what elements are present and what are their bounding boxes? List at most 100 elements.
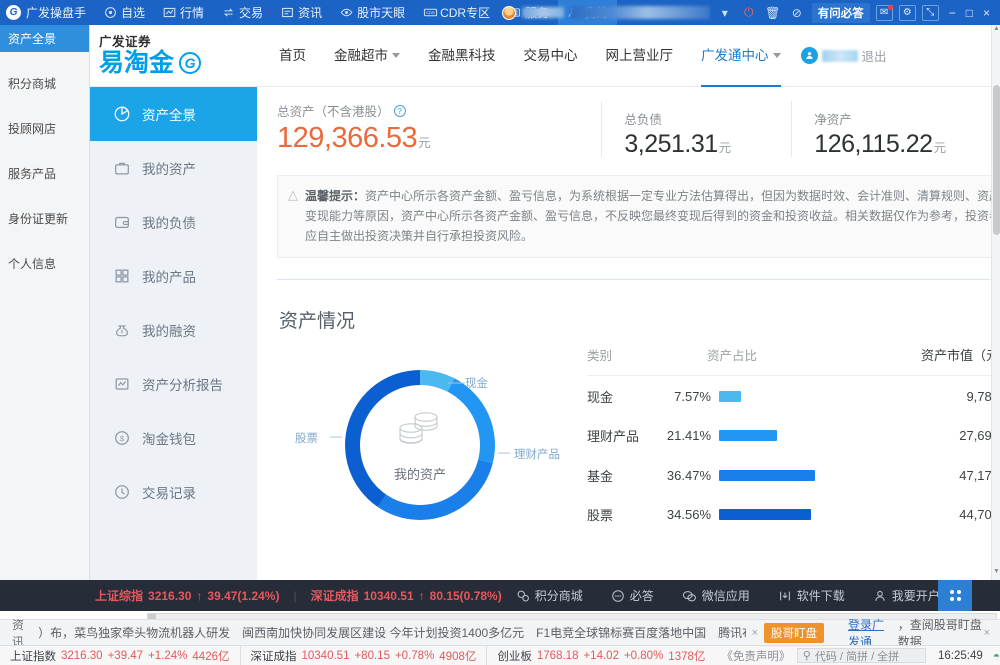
index-name: 上证指数 [10, 650, 56, 663]
more-dots-icon[interactable] [938, 580, 972, 611]
toolbar-index-sz[interactable]: 深证成指 10340.51 ↑ 80.15(0.78%) [311, 587, 502, 604]
summary-net-assets: 净资产 126,115.22元 [791, 101, 1000, 158]
nav-label: 网上营业厅 [605, 47, 674, 63]
sidebar-item-id-update[interactable]: 身份证更新 [0, 205, 89, 232]
vertical-scrollbar[interactable]: ▲ ▼ [991, 25, 1000, 580]
toolbar-index-sh[interactable]: 上证综指 3216.30 ↑ 39.47(1.24%) [95, 587, 279, 604]
sidebar-item-service-products[interactable]: 服务产品 [0, 160, 89, 187]
toolbar-link-label: 必答 [629, 589, 654, 603]
nav-home[interactable]: 首页 [265, 25, 320, 87]
nav-label: 金融黑科技 [428, 47, 496, 63]
tab-trade[interactable]: 交易 [213, 0, 272, 25]
summary-total-assets: 总资产（不含港股） ? 129,366.53元 [277, 101, 601, 153]
logout-link[interactable]: 退出 [862, 46, 887, 65]
sidebar-item-points-mall[interactable]: 积分商城 [0, 70, 89, 97]
summary-net-value: 126,115.22 [814, 130, 933, 158]
tab-quotes[interactable]: 行情 [154, 0, 213, 25]
summary-liability-label: 总负债 [624, 113, 662, 127]
avatar[interactable] [501, 5, 516, 20]
nav-financial-market[interactable]: 金融超市 [320, 25, 414, 87]
status-index-sh[interactable]: 上证指数 3216.30 +39.47 +1.24% 4426亿 [0, 646, 240, 665]
cell-market-value: 47,178 [959, 467, 999, 483]
nav-gftong-center[interactable]: 广发通中心 [687, 25, 795, 87]
disclaimer-link[interactable]: 《免责声明》 [721, 648, 790, 664]
mail-icon[interactable]: ✉ [875, 4, 893, 21]
ticker-headlines[interactable]: ）布，菜鸟独家牵头物流机器人研发 闽西南加快协同发展区建设 今年计划投资1400… [38, 624, 745, 641]
toolbar-link-label: 我要开户 [891, 589, 940, 603]
dollar-icon: $ [112, 429, 131, 448]
close-icon[interactable]: × [746, 627, 764, 639]
application-window: G 广发操盘手 自选 行情 交易 资讯 股市天眼 CDR CDR专区 ▾ ⏻ 🗑… [0, 0, 1000, 665]
collapse-icon[interactable]: ⤡ [921, 4, 939, 21]
summary-total-label: 总资产（不含港股） [277, 105, 390, 119]
status-index-cyb[interactable]: 创业板 1768.18 +14.02 +0.80% 1378亿 [486, 646, 715, 665]
minimize-button[interactable]: − [949, 6, 956, 20]
clip-icon[interactable]: ⊘ [788, 4, 806, 22]
status-index-sz[interactable]: 深证成指 10340.51 +80.15 +0.78% 4908亿 [239, 646, 487, 665]
tab-watchlist[interactable]: 自选 [95, 0, 154, 25]
index-name: 深证成指 [310, 589, 359, 603]
index-percent: +0.78% [394, 649, 435, 662]
chevron-down-icon[interactable]: ▾ [716, 4, 734, 22]
bell-icon: △ [288, 187, 298, 203]
subnav-item-my-assets[interactable]: 我的资产 [90, 141, 257, 195]
search-input[interactable]: ⚲ 代码 / 简拼 / 全拼 [796, 648, 926, 663]
table-row[interactable]: 股票 34.56% 44,709 [587, 495, 1000, 535]
tab-label: 行情 [180, 6, 205, 20]
tab-label: CDR专区 [440, 6, 491, 20]
tab-broker-home[interactable]: G 广发操盘手 [0, 0, 95, 25]
account-icon [873, 589, 887, 603]
user-account-chip[interactable]: 退出 [800, 46, 887, 65]
subnav-item-my-products[interactable]: 我的产品 [90, 249, 257, 303]
avatar [800, 47, 818, 64]
close-button[interactable]: × [983, 6, 990, 20]
nav-online-hall[interactable]: 网上营业厅 [592, 25, 688, 87]
percent-bar [719, 430, 777, 441]
sidebar-item-asset-overview[interactable]: 资产全景 [0, 25, 89, 52]
scroll-down-arrow[interactable]: ▼ [992, 568, 1000, 580]
account-name-redacted [521, 7, 564, 18]
ask-button[interactable]: 有问必答 [811, 2, 870, 23]
status-badge: 股哥盯盘 [764, 622, 824, 643]
tab-label: 资讯 [298, 6, 323, 20]
settings-icon[interactable]: ⚙ [898, 4, 916, 21]
cell-category: 理财产品 [587, 429, 640, 444]
subnav-item-my-liabilities[interactable]: 我的负债 [90, 195, 257, 249]
wifi-icon: ◓ [992, 648, 1000, 663]
table-row[interactable]: 现金 7.57% 9,787 [587, 376, 1000, 416]
table-row[interactable]: 基金 36.47% 47,178 [587, 455, 1000, 495]
toolbar-wechat[interactable]: 微信应用 [668, 587, 764, 604]
subnav-item-gold-wallet[interactable]: $ 淘金钱包 [90, 411, 257, 465]
toolbar-download[interactable]: 软件下载 [764, 587, 859, 604]
ticker-close-right[interactable]: × [984, 627, 996, 639]
trash-icon[interactable]: 🗑 [764, 4, 782, 22]
sidebar-item-personal-info[interactable]: 个人信息 [0, 250, 89, 277]
maximize-button[interactable]: □ [966, 6, 973, 20]
scrollbar-thumb[interactable] [993, 85, 1000, 235]
subnav-item-asset-report[interactable]: 资产分析报告 [90, 357, 257, 411]
power-icon[interactable]: ⏻ [740, 4, 758, 22]
toolbar-points-mall[interactable]: 积分商城 [502, 587, 597, 604]
toolbar-qa[interactable]: 必答 [597, 587, 668, 604]
clock: 16:25:49 [937, 649, 983, 662]
nav-fintech[interactable]: 金融黑科技 [414, 25, 510, 87]
header-percent: 资产占比 [707, 349, 758, 364]
index-name: 上证综指 [95, 589, 144, 603]
index-volume: 1378亿 [668, 650, 706, 663]
left-sidebar: 资产全景 积分商城 投顾网店 服务产品 身份证更新 个人信息 [0, 25, 90, 580]
subnav-item-my-financing[interactable]: ¥ 我的融资 [90, 303, 257, 357]
tab-news[interactable]: 资讯 [272, 0, 331, 25]
tab-market-eye[interactable]: 股市天眼 [331, 0, 414, 25]
scroll-up-arrow[interactable]: ▲ [992, 25, 1000, 37]
market-toolbar: 上证综指 3216.30 ↑ 39.47(1.24%) | 深证成指 10340.5… [0, 580, 1000, 611]
subnav-item-trade-history[interactable]: 交易记录 [90, 465, 257, 519]
sidebar-item-advisor-shop[interactable]: 投顾网店 [0, 115, 89, 142]
subnav-item-asset-overview[interactable]: 资产全景 [90, 87, 257, 141]
table-row[interactable]: 理财产品 21.41% 27,692 [587, 416, 1000, 456]
nav-trading-center[interactable]: 交易中心 [510, 25, 592, 87]
brand-logo[interactable]: 广发证券 易淘金 G [90, 35, 265, 77]
index-change: +80.15 [354, 649, 390, 662]
help-icon[interactable]: ? [393, 104, 406, 117]
tab-cdr-zone[interactable]: CDR CDR专区 [414, 0, 499, 25]
subnav-label: 资产分析报告 [142, 378, 223, 393]
